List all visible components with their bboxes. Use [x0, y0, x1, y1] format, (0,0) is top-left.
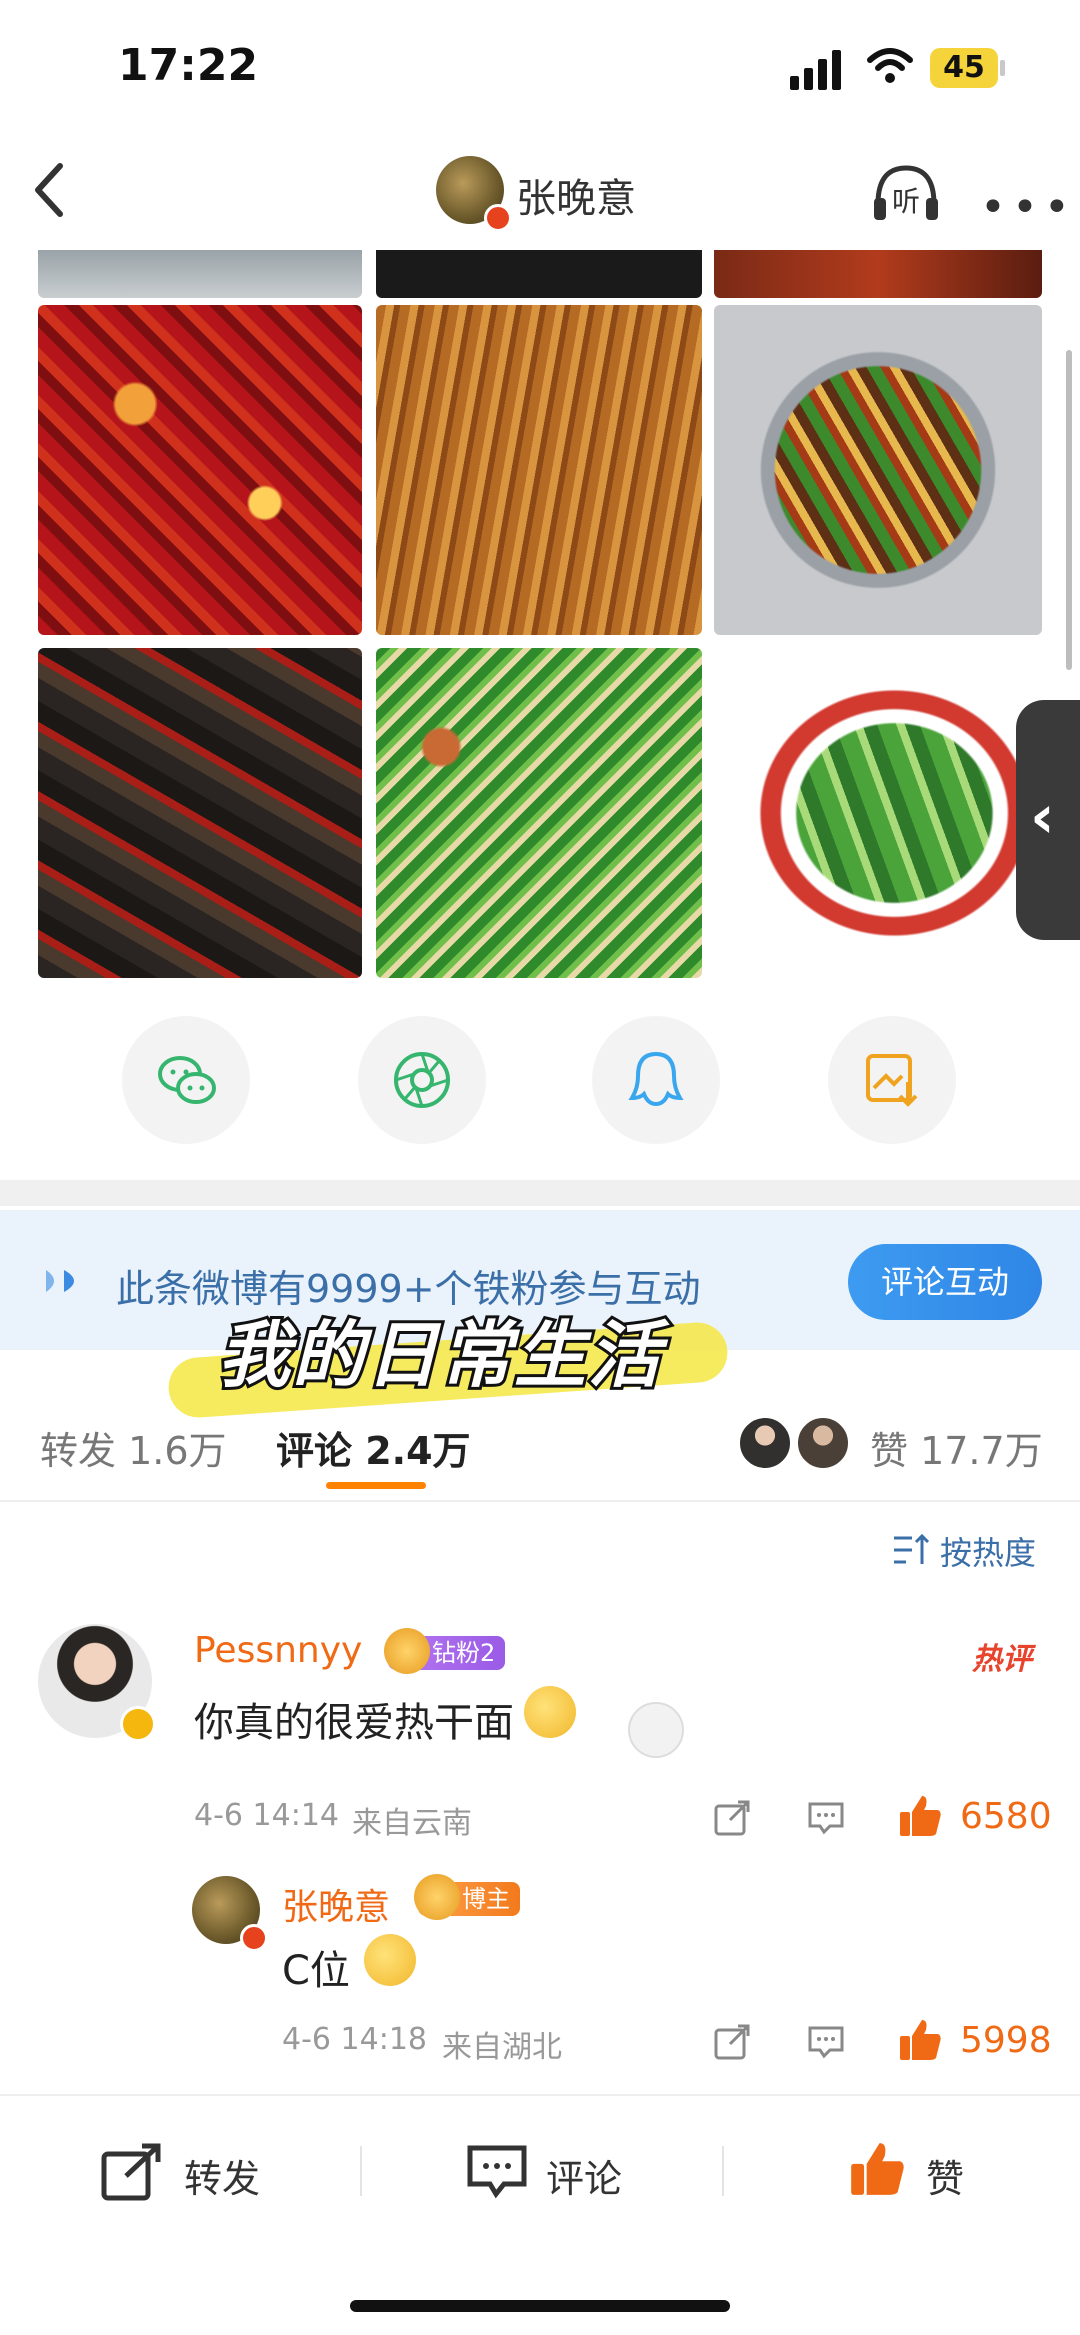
photo-thumbnail[interactable]	[38, 250, 362, 298]
share-moments-button[interactable]	[358, 1016, 486, 1144]
comment-like-count: 6580	[960, 1796, 1052, 1837]
home-indicator[interactable]	[350, 2300, 730, 2312]
reply-comment-icon[interactable]	[806, 2022, 846, 2062]
photo-thumbnail[interactable]	[38, 305, 362, 635]
sort-icon	[894, 1533, 930, 1564]
scrollbar[interactable]	[1066, 350, 1072, 670]
comment-username[interactable]: Pessnnyy	[194, 1630, 362, 1671]
reply-like-count: 5998	[960, 2020, 1052, 2061]
comment-button[interactable]: 评论	[466, 2138, 666, 2208]
bottom-separator	[722, 2146, 724, 2196]
chevron-left-icon: ‹	[1030, 782, 1055, 852]
verified-badge-icon	[240, 1924, 268, 1952]
like-icon[interactable]	[896, 1792, 944, 1840]
repost-comment-icon[interactable]	[712, 1798, 752, 1838]
repost-icon	[101, 2143, 161, 2201]
repost-comment-icon[interactable]	[712, 2022, 752, 2062]
wechat-icon	[158, 1056, 216, 1104]
video-caption-overlay: 我的日常生活	[215, 1310, 663, 1400]
double-chevron-icon	[46, 1270, 74, 1292]
share-wechat-button[interactable]	[122, 1016, 250, 1144]
author-emblem-icon	[414, 1874, 460, 1920]
more-button[interactable]: •••	[980, 182, 1076, 233]
like-icon	[851, 2143, 904, 2195]
section-divider	[0, 1180, 1080, 1206]
bottom-bar-divider	[0, 2094, 1080, 2096]
reply-text: C位	[282, 1948, 350, 1994]
doge-emoji-icon	[524, 1686, 576, 1738]
sticker-icon	[628, 1702, 684, 1758]
liker-avatar[interactable]	[796, 1416, 850, 1470]
signal-icon	[790, 50, 841, 90]
comment-label: 评论	[546, 2157, 623, 2201]
comment-text: 你真的很爱热干面	[194, 1700, 514, 1746]
sort-label: 按热度	[940, 1534, 1037, 1572]
photo-thumbnail[interactable]	[38, 648, 362, 978]
battery-indicator: 45	[930, 48, 998, 88]
qq-icon	[628, 1051, 684, 1107]
photo-thumbnail[interactable]	[376, 305, 702, 635]
side-drawer-handle[interactable]: ‹	[1016, 700, 1080, 940]
status-time: 17:22	[118, 40, 259, 91]
repost-button[interactable]: 转发	[100, 2138, 300, 2208]
author-badge-label: 博主	[462, 1885, 510, 1913]
listen-button[interactable]: 听	[870, 160, 942, 224]
moments-icon	[394, 1052, 450, 1108]
author-badge: 博主	[414, 1874, 520, 1920]
listen-label: 听	[892, 185, 921, 218]
tab-comment[interactable]: 评论 2.4万	[276, 1420, 471, 1475]
comment-icon	[467, 2145, 527, 2199]
tabs-divider	[0, 1500, 1080, 1502]
hot-comment-tag: 热评	[972, 1642, 1032, 1677]
reply-location: 来自湖北	[442, 2030, 562, 2065]
repost-label: 转发	[184, 2157, 261, 2201]
bottom-separator	[360, 2146, 362, 2196]
like-icon[interactable]	[896, 2016, 944, 2064]
fan-level-badge: 钻粉2	[384, 1628, 506, 1674]
battery-level: 45	[943, 50, 985, 85]
share-qq-button[interactable]	[592, 1016, 720, 1144]
photo-thumbnail[interactable]	[376, 648, 702, 978]
verified-badge-icon	[484, 204, 512, 232]
vip-badge-icon	[120, 1706, 156, 1742]
photo-thumbnail[interactable]	[714, 648, 1042, 978]
reply-username[interactable]: 张晚意	[282, 1878, 390, 1930]
comment-interact-button[interactable]: 评论互动	[848, 1244, 1042, 1320]
liker-avatar[interactable]	[738, 1416, 792, 1470]
emoji-666-icon	[364, 1934, 416, 1986]
photo-thumbnail[interactable]	[714, 250, 1042, 298]
comment-location: 来自云南	[352, 1806, 472, 1841]
tab-repost[interactable]: 转发 1.6万	[40, 1420, 227, 1475]
reply-time: 4-6 14:18	[282, 2022, 427, 2057]
photo-thumbnail[interactable]	[376, 250, 702, 298]
comment-time: 4-6 14:14	[194, 1798, 339, 1833]
back-icon[interactable]	[30, 160, 66, 220]
reply-comment-icon[interactable]	[806, 1798, 846, 1838]
battery-cap	[1000, 60, 1005, 76]
header-username[interactable]: 张晚意	[516, 166, 636, 224]
wifi-icon	[867, 48, 913, 83]
save-image-icon	[866, 1054, 918, 1107]
fan-emblem-icon	[384, 1628, 430, 1674]
fan-badge-label: 钻粉2	[432, 1639, 496, 1667]
like-label: 赞	[926, 2157, 965, 2201]
active-tab-indicator	[326, 1482, 426, 1489]
like-button[interactable]: 赞	[846, 2138, 986, 2208]
tab-like[interactable]: 赞 17.7万	[870, 1420, 1043, 1475]
save-image-button[interactable]	[828, 1016, 956, 1144]
photo-thumbnail[interactable]	[714, 305, 1042, 635]
